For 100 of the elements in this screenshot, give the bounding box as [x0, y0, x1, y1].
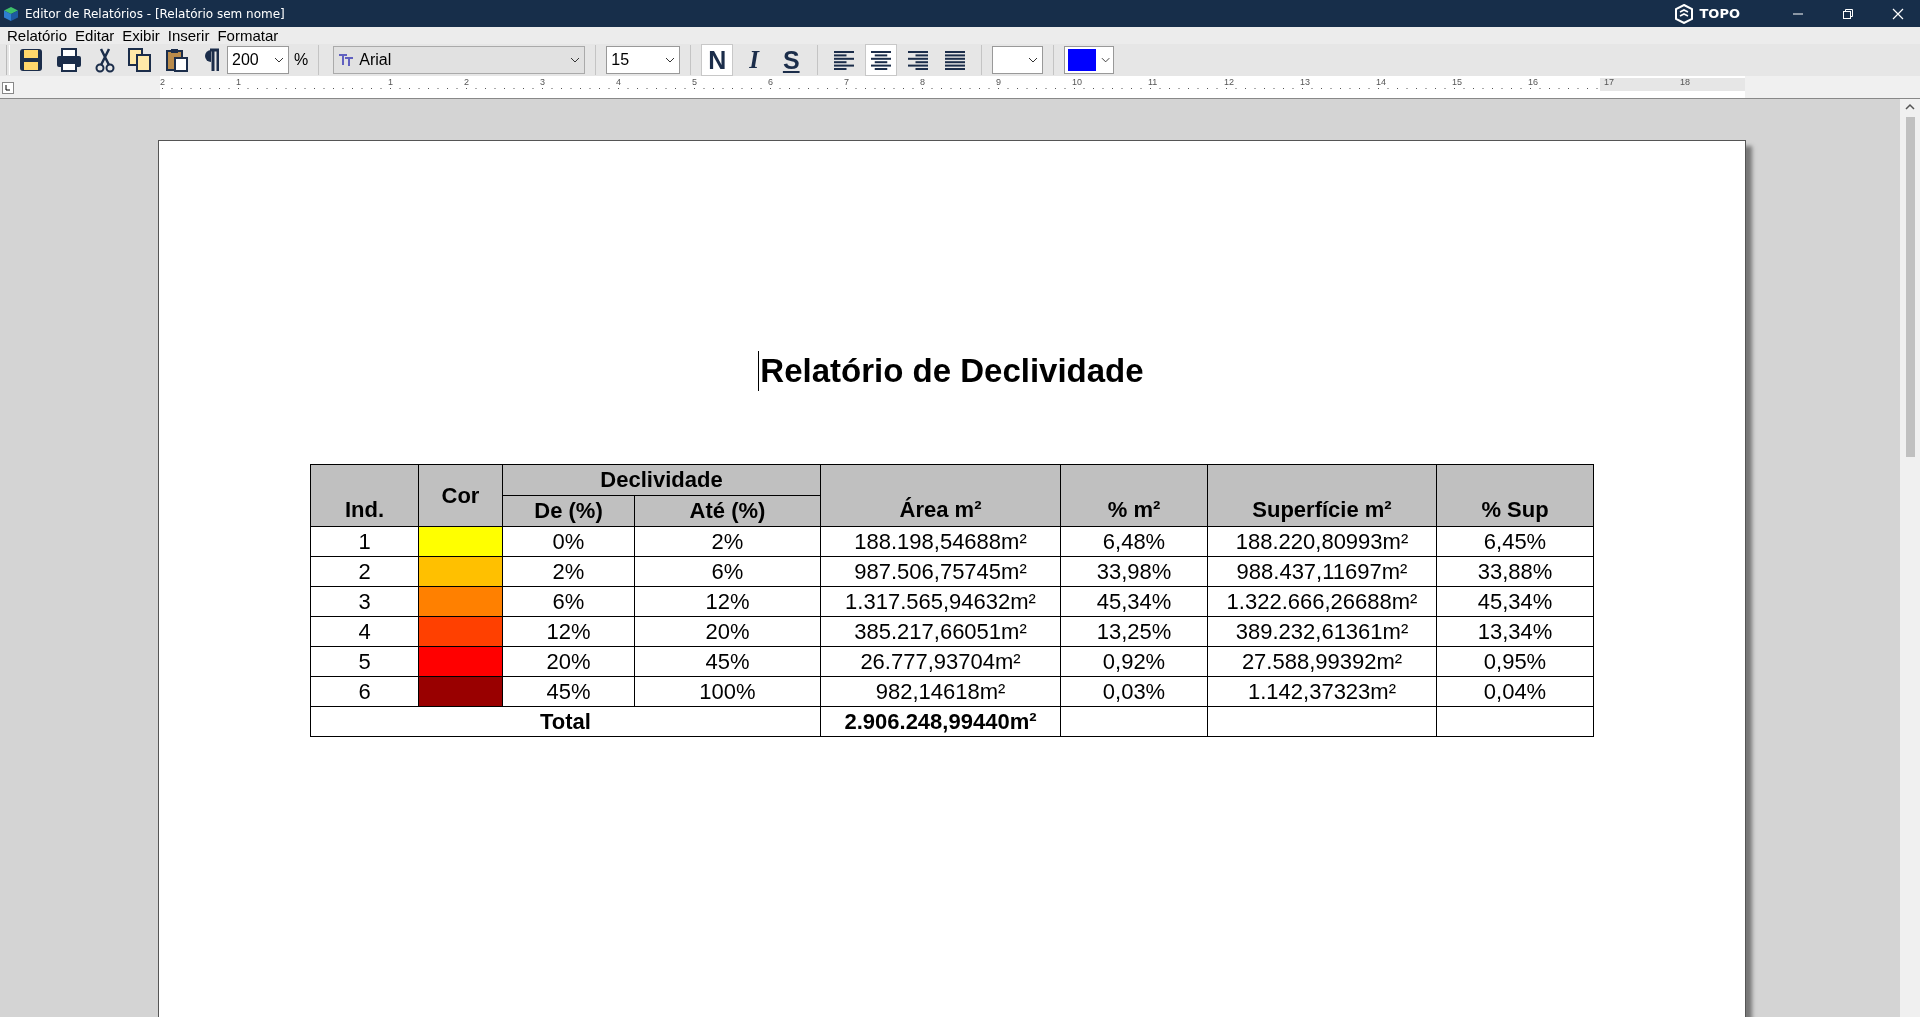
font-size-select[interactable]: 15: [606, 46, 681, 74]
table-cell: 20%: [634, 616, 821, 647]
alignment-icon: [906, 49, 931, 71]
table-cell: 0%: [502, 526, 635, 557]
column-header: Até (%): [634, 495, 821, 527]
ruler-number: 12: [1224, 77, 1234, 87]
ruler-number: 14: [1376, 77, 1386, 87]
ruler-number: 16: [1528, 77, 1538, 87]
table-cell: 26.777,93704m²: [820, 646, 1061, 677]
table-cell: 33,88%: [1436, 556, 1594, 587]
menu-item[interactable]: Relatório: [7, 27, 68, 44]
table-cell: 6,45%: [1436, 526, 1594, 557]
table-cell: 12%: [502, 616, 635, 647]
ruler-number: 2: [464, 77, 469, 87]
ruler-number: 11: [1148, 77, 1158, 87]
zoom-unit: %: [294, 51, 309, 69]
column-header: De (%): [502, 495, 635, 527]
table-cell: 389.232,61361m²: [1207, 616, 1437, 647]
menu-item[interactable]: Formatar: [217, 27, 279, 44]
ruler-number: 10: [1072, 77, 1082, 87]
text-style-button[interactable]: S: [775, 44, 808, 76]
vertical-scrollbar[interactable]: [1900, 99, 1920, 1017]
menu-item[interactable]: Exibir: [122, 27, 160, 44]
text-cursor: [758, 351, 760, 391]
alignment-icon: [869, 49, 894, 71]
table-cell: 6,48%: [1060, 526, 1208, 557]
total-label: Total: [310, 706, 821, 737]
text-style-button[interactable]: N: [701, 44, 734, 76]
table-cell: 1: [310, 526, 419, 557]
ruler-number: 17: [1604, 77, 1614, 87]
table-cell: 6: [310, 676, 419, 707]
scrollbar-thumb[interactable]: [1905, 117, 1915, 457]
text-style-button[interactable]: I: [738, 44, 771, 76]
menu-item[interactable]: Editar: [75, 27, 115, 44]
table-cell: 988.437,11697m²: [1207, 556, 1437, 587]
table-cell: 27.588,99392m²: [1207, 646, 1437, 677]
ruler[interactable]: 2 1 1 2 3 4 5 6 7 8 9 10 11 12 13 14 15 16 17 18: [160, 76, 1745, 98]
text-color-picker[interactable]: [1064, 46, 1115, 74]
column-header: Declividade: [502, 464, 821, 496]
table-cell: 20%: [502, 646, 635, 677]
ruler-number: 1: [236, 77, 241, 87]
ruler-number: 3: [540, 77, 545, 87]
font-select[interactable]: Arial: [333, 46, 586, 74]
table-cell: 45%: [502, 676, 635, 707]
ruler-number: 7: [844, 77, 849, 87]
line-style-select[interactable]: [992, 46, 1044, 74]
align-button[interactable]: [865, 44, 898, 76]
brand-logo-icon: [1673, 3, 1694, 24]
table-cell: 5: [310, 646, 419, 677]
table-cell: 2%: [502, 556, 635, 587]
ruler-number: 2: [160, 77, 165, 87]
table-cell: 3: [310, 586, 419, 617]
table-cell: 2%: [634, 526, 821, 557]
caret-icon: [274, 57, 284, 63]
window-title: Editor de Relatórios - [Relatório sem nome]: [25, 6, 285, 21]
table-cell: 13,25%: [1060, 616, 1208, 647]
table-cell: 12%: [634, 586, 821, 617]
app-logo-icon: [3, 5, 19, 22]
table-cell: 188.198,54688m²: [820, 526, 1061, 557]
ruler-number: 6: [768, 77, 773, 87]
table-cell: 100%: [634, 676, 821, 707]
table-cell: 0,04%: [1436, 676, 1594, 707]
caret-icon: [570, 57, 581, 63]
ruler-number: 5: [692, 77, 697, 87]
table-cell: 1.322.666,26688m²: [1207, 586, 1437, 617]
caret-icon: [1028, 57, 1039, 63]
alignment-icon: [943, 49, 968, 71]
total-area: 2.906.248,99440m²: [820, 706, 1061, 737]
table-cell: 385.217,66051m²: [820, 616, 1061, 647]
close-icon: [1892, 7, 1904, 20]
ruler-number: 15: [1452, 77, 1462, 87]
report-title: Relatório de Declividade: [760, 351, 1144, 391]
table-cell: 4: [310, 616, 419, 647]
table-cell: 6%: [634, 556, 821, 587]
table-cell: 45%: [634, 646, 821, 677]
zoom-select[interactable]: 200: [227, 46, 289, 74]
column-header: % Sup: [1436, 464, 1594, 527]
ruler-number: 8: [920, 77, 925, 87]
ruler-number: 13: [1300, 77, 1310, 87]
ruler-number: 1: [388, 77, 393, 87]
caret-icon: [1101, 57, 1111, 63]
table-cell: 13,34%: [1436, 616, 1594, 647]
column-header: Ind.: [310, 464, 419, 527]
column-header: Área m²: [820, 464, 1061, 527]
table-cell: 0,95%: [1436, 646, 1594, 677]
ruler-number: 9: [996, 77, 1001, 87]
caret-icon: [665, 57, 676, 63]
alignment-icon: [832, 49, 857, 71]
table-cell: 987.506,75745m²: [820, 556, 1061, 587]
table-cell: 2: [310, 556, 419, 587]
table-cell: 6%: [502, 586, 635, 617]
table-cell: 1.142,37323m²: [1207, 676, 1437, 707]
table-cell: 45,34%: [1060, 586, 1208, 617]
font-icon: [338, 53, 355, 67]
column-header: Superfície m²: [1207, 464, 1437, 527]
menu-item[interactable]: Inserir: [167, 27, 210, 44]
table-cell: 188.220,80993m²: [1207, 526, 1437, 557]
ruler-number: 4: [616, 77, 621, 87]
tab-stop-icon[interactable]: [2, 82, 14, 94]
table-cell: 0,92%: [1060, 646, 1208, 677]
